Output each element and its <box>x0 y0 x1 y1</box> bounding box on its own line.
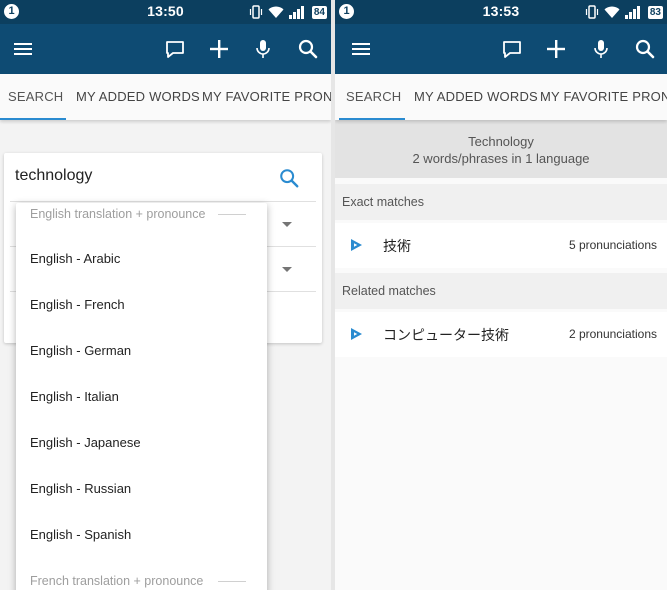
left-screen: 1 13:50 84 SEARCH MY ADDED WORDS MY FAVO… <box>0 0 331 590</box>
search-input[interactable]: technology <box>15 167 92 185</box>
add-icon[interactable] <box>207 37 231 61</box>
menu-icon[interactable] <box>349 37 373 61</box>
tab-my-favorite-pronunciations[interactable]: MY FAVORITE PRONUNCI <box>202 74 331 120</box>
status-bar: 1 13:50 84 <box>0 0 331 24</box>
battery-icon: 83 <box>647 5 663 19</box>
wifi-icon <box>604 6 620 18</box>
dropdown-item[interactable]: English - Arabic <box>16 236 267 282</box>
system-icons: 83 <box>585 4 663 20</box>
tab-indicator <box>339 118 405 120</box>
result-row[interactable]: コンピューター技術 2 pronunciations <box>335 312 667 357</box>
tab-indicator <box>0 118 66 120</box>
tab-search[interactable]: SEARCH <box>8 74 63 120</box>
vibrate-icon <box>585 5 598 19</box>
divider <box>10 201 316 202</box>
vibrate-icon <box>249 5 262 19</box>
wifi-icon <box>268 6 284 18</box>
section-header-exact: Exact matches <box>335 184 667 220</box>
divider <box>218 581 246 582</box>
dropdown-item[interactable]: English - Japanese <box>16 420 267 466</box>
pronunciation-count: 5 pronunciations <box>568 238 657 252</box>
signal-icon <box>624 5 640 19</box>
battery-icon: 84 <box>311 5 327 19</box>
mic-icon[interactable] <box>589 37 613 61</box>
divider <box>218 214 246 215</box>
result-word: 技術 <box>383 239 411 255</box>
app-bar <box>335 24 667 74</box>
tab-my-favorite-pronunciations[interactable]: MY FAVORITE PRONUNCI <box>540 74 667 120</box>
signal-icon <box>288 5 304 19</box>
pronunciation-count: 2 pronunciations <box>568 327 657 341</box>
status-bar: 1 13:53 83 <box>335 0 667 24</box>
play-icon[interactable] <box>349 238 363 252</box>
tab-my-added-words[interactable]: MY ADDED WORDS <box>414 74 538 120</box>
dropdown-item[interactable]: English - Spanish <box>16 512 267 558</box>
results-summary: Technology 2 words/phrases in 1 language <box>335 120 667 178</box>
dropdown-item[interactable]: English - Italian <box>16 374 267 420</box>
search-icon[interactable] <box>296 37 320 61</box>
tab-bar: SEARCH MY ADDED WORDS MY FAVORITE PRONUN… <box>335 74 667 120</box>
language-dropdown: English translation + pronounce English … <box>16 203 267 590</box>
tab-bar: SEARCH MY ADDED WORDS MY FAVORITE PRONUN… <box>0 74 331 120</box>
dropdown-group-header: French translation + pronounce <box>30 574 204 588</box>
chat-icon[interactable] <box>163 37 187 61</box>
dropdown-item[interactable]: English - French <box>16 282 267 328</box>
app-bar <box>0 24 331 74</box>
chevron-down-icon[interactable] <box>282 222 292 227</box>
results-title: Technology <box>468 134 534 149</box>
tab-search[interactable]: SEARCH <box>346 74 401 120</box>
right-screen: 1 13:53 83 SEARCH MY ADDED WORDS MY FAVO… <box>335 0 667 590</box>
results-page: Technology 2 words/phrases in 1 language… <box>335 120 667 590</box>
result-word: コンピューター技術 <box>383 328 509 344</box>
search-icon[interactable] <box>633 37 657 61</box>
section-header-related: Related matches <box>335 273 667 309</box>
search-submit-icon[interactable] <box>278 167 300 189</box>
menu-icon[interactable] <box>11 37 35 61</box>
mic-icon[interactable] <box>251 37 275 61</box>
results-subtitle: 2 words/phrases in 1 language <box>412 151 590 166</box>
chevron-down-icon[interactable] <box>282 267 292 272</box>
dropdown-item[interactable]: English - German <box>16 328 267 374</box>
add-icon[interactable] <box>544 37 568 61</box>
dropdown-item[interactable]: English - Russian <box>16 466 267 512</box>
play-icon[interactable] <box>349 327 363 341</box>
result-row[interactable]: 技術 5 pronunciations <box>335 223 667 268</box>
chat-icon[interactable] <box>500 37 524 61</box>
dropdown-group-header: English translation + pronounce <box>30 207 206 221</box>
system-icons: 84 <box>249 4 327 20</box>
tab-my-added-words[interactable]: MY ADDED WORDS <box>76 74 200 120</box>
